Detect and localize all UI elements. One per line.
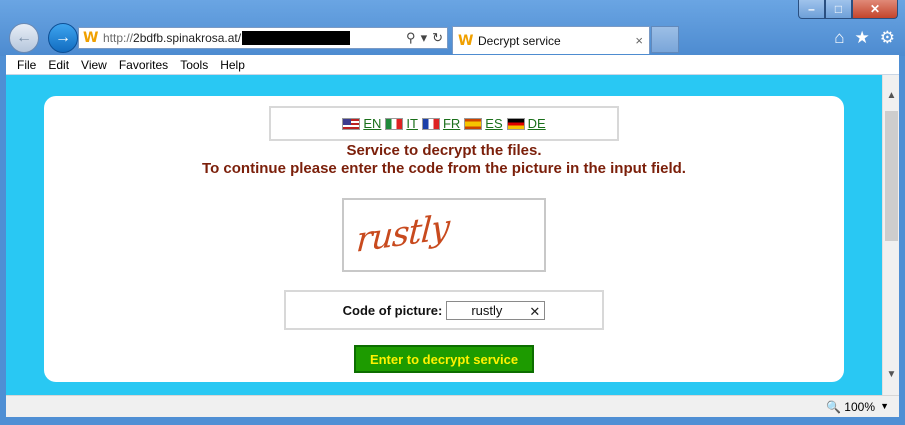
gear-icon[interactable]: ⚙: [880, 28, 895, 48]
url-protocol: http://: [103, 31, 134, 45]
us-flag-icon: [342, 117, 361, 130]
tab-title: Decrypt service: [478, 33, 561, 48]
menu-file[interactable]: File: [17, 58, 36, 72]
forward-button[interactable]: →: [48, 23, 78, 53]
decrypt-submit-button[interactable]: Enter to decrypt service: [354, 345, 534, 373]
menu-favorites[interactable]: Favorites: [119, 58, 168, 72]
search-icon[interactable]: ⚲: [406, 30, 416, 46]
vertical-scrollbar[interactable]: ▲ ▼: [882, 75, 899, 395]
menu-bar: File Edit View Favorites Tools Help: [6, 55, 899, 75]
language-selector: EN IT FR ES DE: [269, 106, 619, 141]
spain-flag-icon: [464, 117, 483, 130]
minimize-button[interactable]: –: [798, 0, 825, 19]
language-link-en[interactable]: EN: [363, 116, 381, 131]
language-link-de[interactable]: DE: [528, 116, 546, 131]
back-button[interactable]: ←: [9, 23, 39, 53]
forward-arrow-icon: →: [55, 29, 71, 46]
language-it[interactable]: IT: [385, 116, 418, 131]
language-es[interactable]: ES: [464, 116, 503, 131]
zoom-magnifier-icon: 🔍: [826, 400, 842, 414]
headline-line-2: To continue please enter the code from t…: [202, 160, 686, 177]
home-icon[interactable]: ⌂: [834, 28, 844, 48]
title-bar: – □ ✕ ← → W http:// 2bdfb.spinakrosa.at/…: [0, 0, 905, 56]
chevron-down-icon[interactable]: ▾: [421, 30, 428, 46]
captcha-image: rustly: [342, 198, 546, 272]
url-host: 2bdfb.spinakrosa.at/: [133, 31, 242, 45]
language-en[interactable]: EN: [342, 116, 381, 131]
language-link-es[interactable]: ES: [485, 116, 502, 131]
close-window-button[interactable]: ✕: [852, 0, 898, 19]
clear-input-icon[interactable]: ✕: [529, 303, 540, 320]
decrypt-card: EN IT FR ES DE Service to decrypt the fi…: [44, 96, 844, 382]
refresh-icon[interactable]: ↻: [432, 30, 443, 46]
address-bar[interactable]: W http:// 2bdfb.spinakrosa.at/ ⚲ ▾ ↻: [78, 27, 448, 49]
page-headline: Service to decrypt the files. To continu…: [44, 142, 844, 178]
status-bar: 🔍 100% ▼: [6, 395, 899, 417]
back-arrow-icon: ←: [16, 29, 32, 46]
favorites-star-icon[interactable]: ★: [855, 28, 870, 48]
scroll-up-icon[interactable]: ▲: [883, 87, 900, 104]
menu-view[interactable]: View: [81, 58, 107, 72]
code-input[interactable]: rustly ✕: [446, 300, 546, 320]
code-input-value: rustly: [471, 302, 503, 318]
germany-flag-icon: [506, 117, 525, 130]
page-viewport: EN IT FR ES DE Service to decrypt the fi…: [6, 75, 882, 395]
italy-flag-icon: [385, 117, 404, 130]
language-link-it[interactable]: IT: [406, 116, 418, 131]
zoom-dropdown-icon[interactable]: ▼: [880, 401, 889, 411]
close-tab-icon[interactable]: ×: [635, 33, 643, 48]
window-bottom-frame: [0, 417, 905, 425]
menu-help[interactable]: Help: [220, 58, 245, 72]
captcha-text: rustly: [355, 207, 451, 261]
new-tab-button[interactable]: [651, 26, 679, 53]
zoom-level: 100%: [844, 400, 875, 414]
scroll-thumb[interactable]: [885, 111, 898, 241]
address-bar-icons: ⚲ ▾ ↻: [406, 30, 443, 46]
language-link-fr[interactable]: FR: [443, 116, 460, 131]
menu-edit[interactable]: Edit: [48, 58, 69, 72]
tab-favicon-icon: W: [458, 32, 474, 49]
browser-tool-icons: ⌂ ★ ⚙: [834, 28, 895, 48]
scroll-down-icon[interactable]: ▼: [883, 366, 900, 383]
headline-line-1: Service to decrypt the files.: [346, 142, 542, 159]
language-de[interactable]: DE: [506, 116, 546, 131]
window-controls: – □ ✕: [798, 0, 898, 19]
url-redacted-bar: [242, 31, 351, 45]
site-favicon-icon: W: [83, 30, 99, 46]
language-fr[interactable]: FR: [421, 116, 460, 131]
zoom-control[interactable]: 🔍 100%: [826, 400, 875, 414]
code-form: Code of picture: rustly ✕: [284, 290, 604, 330]
maximize-button[interactable]: □: [825, 0, 852, 19]
tab-decrypt-service[interactable]: W Decrypt service ×: [452, 26, 650, 54]
france-flag-icon: [421, 117, 440, 130]
code-label: Code of picture:: [342, 302, 443, 318]
menu-tools[interactable]: Tools: [180, 58, 208, 72]
